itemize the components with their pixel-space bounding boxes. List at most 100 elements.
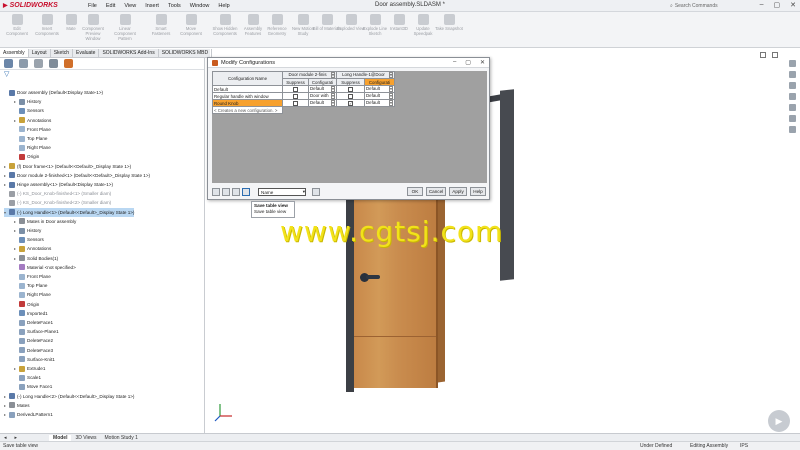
tree-item[interactable]: Surface-Plane1 — [14, 327, 59, 336]
minimize-icon[interactable]: – — [760, 1, 764, 9]
tree-item[interactable]: Front Plane — [14, 125, 51, 134]
config-cell[interactable]: Default ▾ — [364, 85, 395, 93]
door-handle-lever[interactable] — [366, 275, 380, 279]
tab-layout[interactable]: Layout — [29, 49, 51, 57]
configuration-manager-icon[interactable] — [34, 59, 43, 68]
expand-icon[interactable]: ▸ — [4, 412, 8, 417]
new-config-cell[interactable]: < Creates a new configuration. > — [212, 106, 283, 114]
viewport-close-icon[interactable] — [772, 52, 778, 58]
tree-item[interactable]: Top Plane — [14, 134, 47, 143]
smart-fasteners-button[interactable]: Smart Fasteners — [146, 14, 176, 47]
chevron-down-icon[interactable]: ▾ — [331, 86, 335, 92]
menu-window[interactable]: Window — [190, 3, 210, 9]
forum-icon[interactable] — [788, 126, 796, 133]
config-name-cell[interactable]: Regular handle with window — [212, 92, 283, 100]
expand-icon[interactable]: ▸ — [4, 164, 8, 169]
tab-mbd[interactable]: SOLIDWORKS MBD — [159, 49, 213, 57]
solidworks-resources-icon[interactable] — [788, 60, 796, 67]
linear-pattern-button[interactable]: Linear Component Pattern — [110, 14, 140, 47]
menu-tools[interactable]: Tools — [168, 3, 181, 9]
filter-table-icon[interactable] — [232, 188, 240, 196]
expand-icon[interactable]: ▸ — [14, 99, 18, 104]
table-settings-icon[interactable] — [212, 188, 220, 196]
tree-item[interactable]: DeleteFace1 — [14, 318, 53, 327]
help-button[interactable]: Help — [470, 187, 486, 196]
tab-3d-views[interactable]: 3D Views — [71, 435, 100, 441]
tab-sketch[interactable]: Sketch — [51, 49, 73, 57]
suppress-cell[interactable] — [282, 92, 309, 100]
tree-item[interactable]: Origin — [14, 152, 39, 161]
display-manager-icon[interactable] — [64, 59, 73, 68]
design-library-icon[interactable] — [788, 71, 796, 78]
tab-motion-study[interactable]: Motion Study 1 — [101, 435, 142, 441]
save-table-view-icon[interactable] — [242, 188, 250, 196]
tab-addins[interactable]: SOLIDWORKS Add-Ins — [99, 49, 159, 57]
config-cell[interactable]: Default ▾ — [364, 92, 395, 100]
table-row[interactable]: Default Default ▾ Default ▾ — [212, 85, 395, 93]
tree-item[interactable]: ▸ Hinge assembly<1> (Default<Display Stat… — [4, 180, 113, 189]
chevron-down-icon[interactable]: ▾ — [389, 100, 393, 106]
tree-item[interactable]: ▸ Extrude1 — [14, 364, 45, 373]
chevron-down-icon[interactable]: ▾ — [389, 93, 393, 99]
chevron-down-icon[interactable]: ▾ — [331, 100, 335, 106]
suppress-checkbox[interactable] — [293, 100, 298, 106]
dialog-minimize-icon[interactable]: – — [453, 59, 456, 66]
expand-icon[interactable]: ▸ — [14, 118, 18, 123]
tree-item[interactable]: Material <not specified> — [14, 263, 76, 272]
tree-item[interactable]: ▸ DerivedLPattern1 — [4, 410, 53, 419]
tree-item[interactable]: Move Face1 — [14, 382, 52, 391]
tree-item[interactable]: Sensors — [14, 235, 44, 244]
expand-icon[interactable]: ▸ — [14, 366, 18, 371]
restore-icon[interactable]: ▢ — [774, 1, 781, 9]
tree-item[interactable]: DeleteFace3 — [14, 346, 53, 355]
expand-icon[interactable]: ▸ — [4, 403, 8, 408]
suppress-checkbox[interactable] — [348, 86, 353, 92]
move-component-button[interactable]: Move Component — [176, 14, 206, 47]
expand-icon[interactable]: ▸ — [4, 182, 8, 187]
table-row[interactable]: Regular handle with window Door with ▾ De… — [212, 92, 395, 100]
property-manager-icon[interactable] — [19, 59, 28, 68]
tab-evaluate[interactable]: Evaluate — [73, 49, 100, 57]
group-door-module-header[interactable]: Door module 2-finis ▾ — [282, 71, 337, 79]
tree-item[interactable]: Right Plane — [14, 143, 51, 152]
dialog-maximize-icon[interactable]: ▢ — [465, 59, 471, 66]
suppress-checkbox[interactable] — [293, 93, 298, 99]
tree-item[interactable]: ▸ Solid Bodies(1) — [14, 254, 58, 263]
chevron-down-icon[interactable]: ▾ — [331, 93, 335, 99]
config-name-header[interactable]: Configuration Name — [212, 71, 283, 86]
tree-item[interactable]: ▸ (f) Door frame<1> (Default<<Default>_Di… — [4, 162, 131, 171]
add-parameter-icon[interactable] — [222, 188, 230, 196]
edit-component-button[interactable]: Edit Component — [2, 14, 32, 47]
config-cell[interactable]: Default ▾ — [308, 85, 337, 93]
viewport-restore-icon[interactable] — [760, 52, 766, 58]
tree-item[interactable]: Origin — [14, 300, 39, 309]
tree-item[interactable]: Top Plane — [14, 281, 47, 290]
tree-item[interactable]: ▾ (-) Long Handle<1> (Default<<Default>_D… — [4, 207, 135, 217]
config-cell[interactable]: Default ▾ — [364, 99, 395, 107]
suppress-cell[interactable] — [336, 92, 365, 100]
cancel-button[interactable]: Cancel — [426, 187, 446, 196]
suppress-checkbox[interactable] — [293, 86, 298, 92]
config-name-cell[interactable]: Round Knob — [212, 99, 283, 107]
tree-item[interactable]: ▸ Mates — [4, 401, 30, 410]
table-view-select[interactable]: Name ▾ — [258, 188, 306, 196]
menu-help[interactable]: Help — [218, 3, 229, 9]
chevron-down-icon[interactable]: ▾ — [389, 72, 393, 78]
suppress-checkbox[interactable] — [348, 93, 353, 99]
tree-item[interactable]: Scale1 — [14, 373, 41, 382]
status-units[interactable]: IPS — [740, 443, 748, 449]
new-config-row[interactable]: < Creates a new configuration. > — [212, 106, 395, 114]
config-cell[interactable]: Door with ▾ — [308, 92, 337, 100]
dialog-close-icon[interactable]: ✕ — [480, 59, 485, 66]
expand-icon[interactable]: ▸ — [14, 246, 18, 251]
solidworks-logo[interactable]: ▶ SOLIDWORKS — [0, 2, 72, 9]
menu-insert[interactable]: Insert — [145, 3, 159, 9]
tree-item[interactable]: ▸ Annotations — [14, 244, 51, 253]
apply-button[interactable]: Apply — [449, 187, 467, 196]
tree-item[interactable]: ▸ Mates in Door assembly — [14, 217, 76, 226]
suppress-cell[interactable] — [336, 85, 365, 93]
group-long-handle-header[interactable]: Long Handle-1@Door ▾ — [336, 71, 395, 79]
tree-item[interactable]: Door assembly (Default<Display State-1>) — [4, 88, 103, 97]
search-commands[interactable]: ⌕ Search Commands — [670, 2, 748, 10]
chevron-down-icon[interactable]: ▾ — [331, 72, 335, 78]
